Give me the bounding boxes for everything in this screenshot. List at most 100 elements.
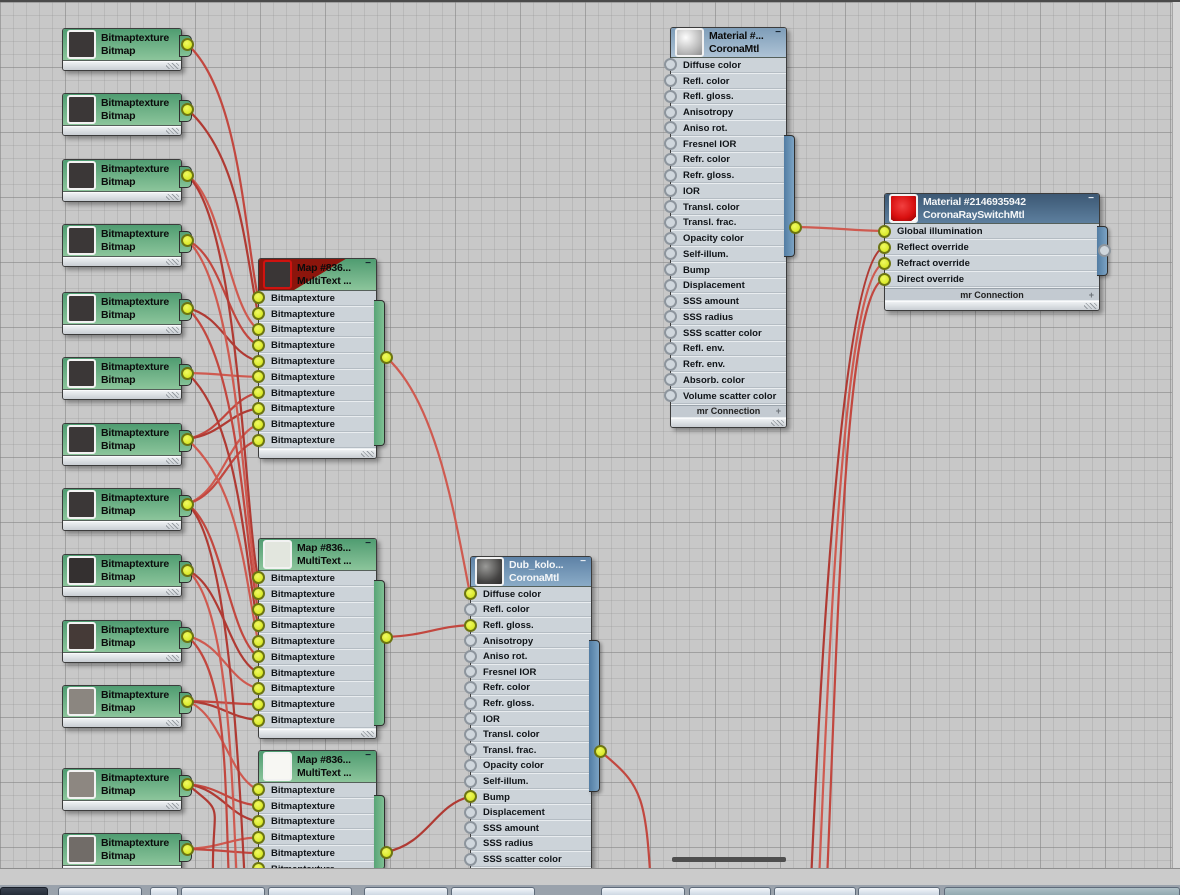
resize-grip-icon[interactable]	[166, 63, 179, 69]
bitmap-thumbnail[interactable]	[67, 30, 96, 59]
resize-grip-icon[interactable]	[166, 803, 179, 809]
input-socket[interactable]	[663, 74, 677, 88]
node-coronarayswitchmtl-thumbnail[interactable]	[889, 194, 918, 223]
input-socket[interactable]	[663, 263, 677, 277]
input-socket[interactable]	[251, 571, 265, 585]
input-socket[interactable]	[463, 805, 477, 819]
minimize-button[interactable]: −	[365, 539, 371, 549]
node-side-tab[interactable]	[589, 640, 600, 792]
input-socket[interactable]	[251, 307, 265, 321]
output-socket[interactable]	[180, 629, 194, 643]
input-socket[interactable]	[251, 433, 265, 447]
input-socket[interactable]	[877, 272, 891, 286]
input-socket[interactable]	[463, 665, 477, 679]
node-multitexture-header[interactable]: Map #836... MultiText ... −	[259, 539, 376, 571]
input-socket[interactable]	[463, 696, 477, 710]
input-socket[interactable]	[663, 121, 677, 135]
output-socket[interactable]	[379, 350, 393, 364]
input-socket[interactable]	[663, 341, 677, 355]
node-multitexture-header[interactable]: Map #836... MultiText ... −	[259, 751, 376, 783]
node-coronamtl-header[interactable]: Material #... CoronaMtl −	[671, 28, 786, 58]
input-socket[interactable]	[663, 373, 677, 387]
input-socket[interactable]	[663, 58, 677, 72]
node-coronamtl-thumbnail[interactable]	[675, 28, 704, 57]
output-socket[interactable]	[180, 233, 194, 247]
node-bitmaptexture[interactable]: Bitmaptexture Bitmap	[62, 620, 192, 663]
input-socket[interactable]	[251, 587, 265, 601]
resize-grip-icon[interactable]	[166, 194, 179, 200]
input-socket[interactable]	[251, 417, 265, 431]
bitmap-node-header[interactable]: Bitmaptexture Bitmap	[63, 358, 181, 390]
input-socket[interactable]	[251, 650, 265, 664]
output-socket[interactable]	[593, 744, 607, 758]
taskbar-button[interactable]	[601, 887, 685, 895]
resize-grip-icon[interactable]	[361, 450, 374, 457]
node-side-tab[interactable]	[374, 795, 385, 870]
input-socket[interactable]	[251, 682, 265, 695]
input-socket[interactable]	[663, 247, 677, 261]
resize-grip-icon[interactable]	[166, 327, 179, 333]
node-side-tab[interactable]	[374, 300, 385, 446]
minimize-button[interactable]: −	[580, 557, 586, 567]
bitmap-node-header[interactable]: Bitmaptexture Bitmap	[63, 29, 181, 61]
input-socket[interactable]	[663, 215, 677, 229]
input-socket[interactable]	[663, 231, 677, 245]
output-socket[interactable]	[379, 630, 393, 644]
resize-grip-icon[interactable]	[361, 730, 374, 737]
output-socket[interactable]	[180, 842, 194, 856]
node-coronarayswitchmtl-header[interactable]: Material #2146935942 CoronaRaySwitchMtl −	[885, 194, 1099, 224]
node-multitexture-thumbnail[interactable]	[263, 540, 292, 569]
node-bitmaptexture[interactable]: Bitmaptexture Bitmap	[62, 554, 192, 597]
taskbar-button[interactable]	[689, 887, 771, 895]
output-socket[interactable]	[180, 563, 194, 577]
output-socket[interactable]	[1097, 243, 1111, 257]
output-socket[interactable]	[180, 168, 194, 182]
output-socket[interactable]	[180, 497, 194, 511]
taskbar-button[interactable]	[150, 887, 178, 895]
input-socket[interactable]	[251, 370, 265, 384]
node-side-tab[interactable]	[784, 135, 795, 257]
input-socket[interactable]	[463, 790, 477, 804]
input-socket[interactable]	[463, 743, 477, 757]
taskbar-button[interactable]	[181, 887, 265, 895]
input-socket[interactable]	[463, 634, 477, 648]
bitmap-thumbnail[interactable]	[67, 226, 96, 255]
bitmap-node-header[interactable]: Bitmaptexture Bitmap	[63, 94, 181, 126]
bitmap-node-header[interactable]: Bitmaptexture Bitmap	[63, 621, 181, 653]
bitmap-thumbnail[interactable]	[67, 770, 96, 799]
taskbar-button[interactable]	[774, 887, 856, 895]
input-socket[interactable]	[877, 240, 891, 254]
bitmap-thumbnail[interactable]	[67, 294, 96, 323]
bitmap-thumbnail[interactable]	[67, 622, 96, 651]
node-bitmaptexture[interactable]: Bitmaptexture Bitmap	[62, 423, 192, 466]
output-socket[interactable]	[379, 845, 393, 859]
resize-grip-icon[interactable]	[166, 589, 179, 595]
input-socket[interactable]	[463, 712, 477, 726]
bitmap-node-header[interactable]: Bitmaptexture Bitmap	[63, 769, 181, 801]
input-socket[interactable]	[251, 815, 265, 828]
node-bitmaptexture[interactable]: Bitmaptexture Bitmap	[62, 685, 192, 728]
minimize-button[interactable]: −	[365, 751, 371, 761]
input-socket[interactable]	[663, 278, 677, 292]
bitmap-node-header[interactable]: Bitmaptexture Bitmap	[63, 555, 181, 587]
input-socket[interactable]	[663, 89, 677, 103]
minimize-button[interactable]: −	[775, 28, 781, 38]
input-socket[interactable]	[663, 357, 677, 371]
input-socket[interactable]	[463, 758, 477, 772]
node-multitexture-thumbnail[interactable]	[263, 260, 292, 289]
input-socket[interactable]	[463, 852, 477, 866]
input-socket[interactable]	[663, 137, 677, 151]
minimize-button[interactable]: −	[365, 259, 371, 269]
input-socket[interactable]	[663, 200, 677, 214]
input-socket[interactable]	[463, 602, 477, 616]
bitmap-thumbnail[interactable]	[67, 95, 96, 124]
taskbar-button[interactable]	[364, 887, 448, 895]
node-bitmaptexture[interactable]: Bitmaptexture Bitmap	[62, 292, 192, 335]
input-socket[interactable]	[463, 649, 477, 663]
node-bitmaptexture[interactable]: Bitmaptexture Bitmap	[62, 93, 192, 136]
taskbar-button[interactable]	[0, 887, 48, 895]
expand-plus-icon[interactable]: +	[776, 406, 781, 416]
bitmap-thumbnail[interactable]	[67, 359, 96, 388]
node-bitmaptexture[interactable]: Bitmaptexture Bitmap	[62, 28, 192, 71]
resize-grip-icon[interactable]	[1084, 303, 1097, 309]
